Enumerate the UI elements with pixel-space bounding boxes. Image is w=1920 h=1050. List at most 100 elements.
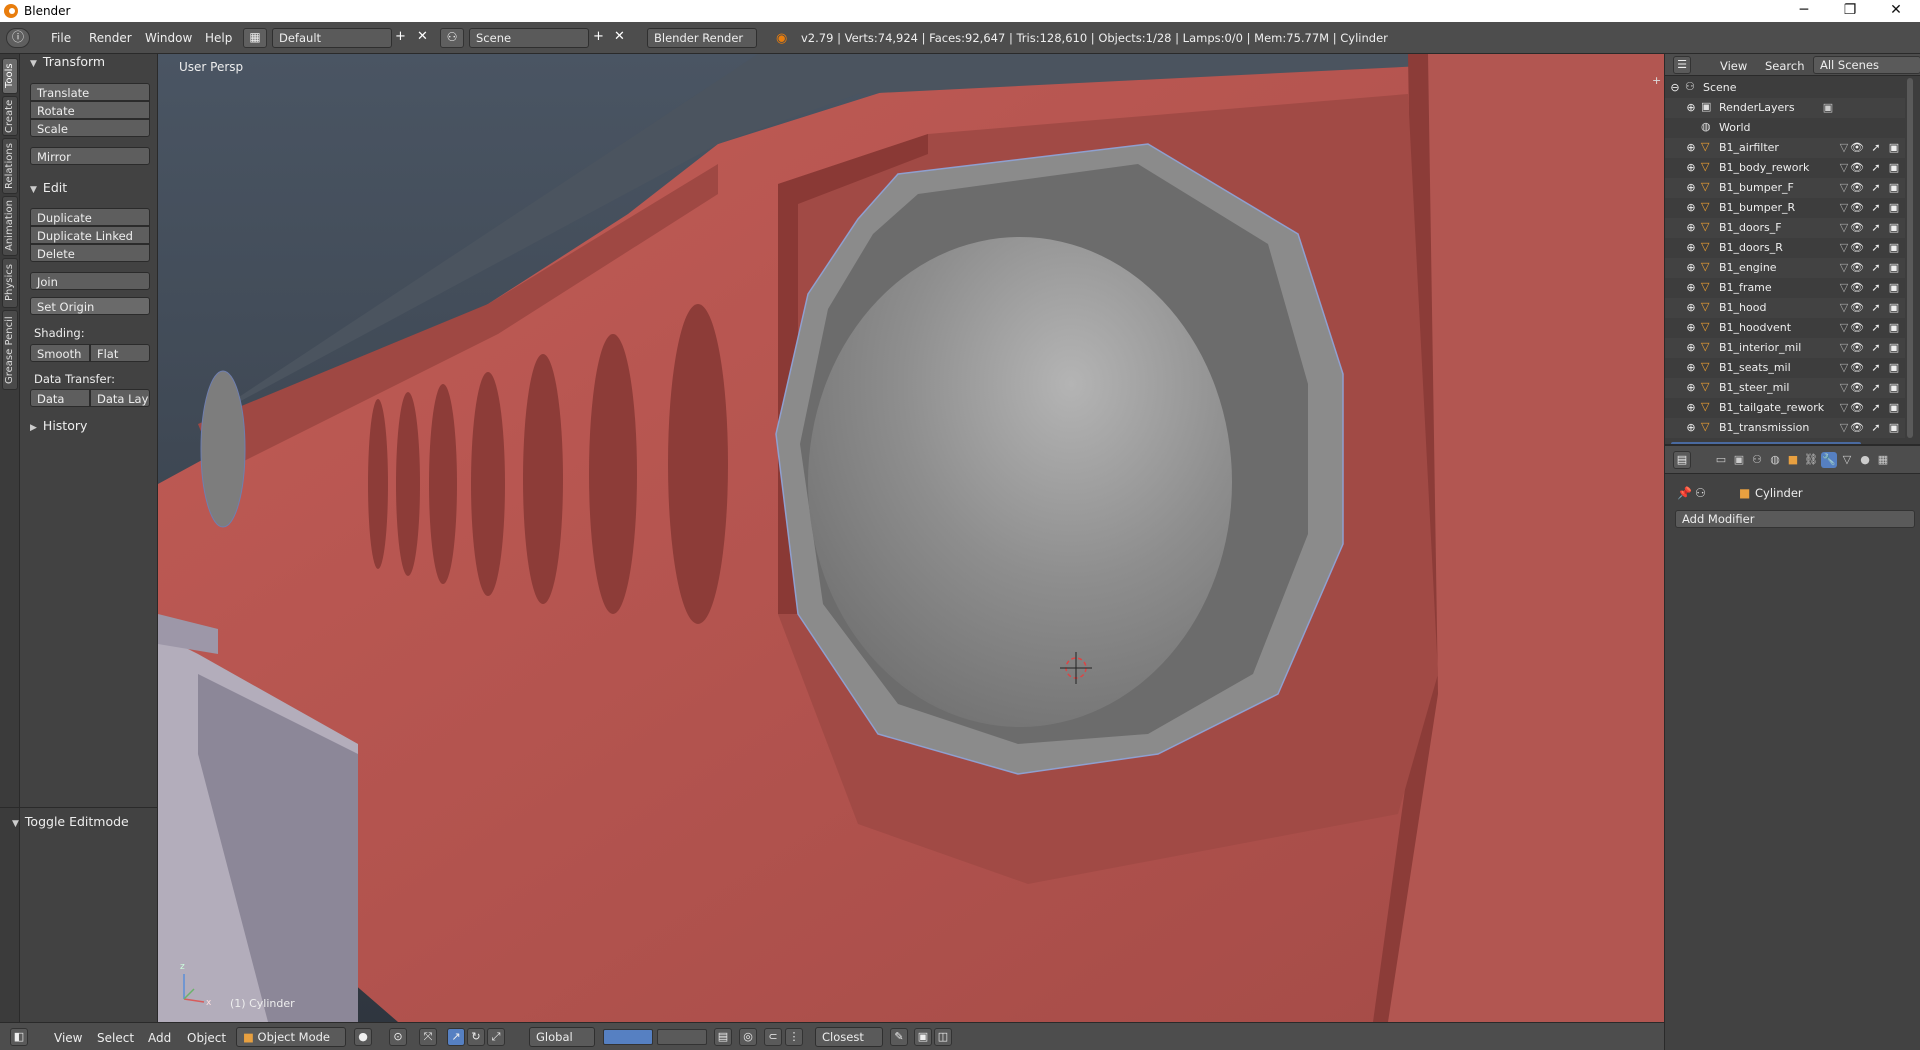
outliner-object-row[interactable]: ⊕ ▽ B1_bumper_F ▽ 👁 ➚ ▣ (1665, 178, 1905, 198)
menu-help[interactable]: Help (205, 31, 232, 45)
expand-toggle-icon[interactable]: ⊕ (1684, 101, 1698, 114)
scene-icon[interactable]: ⚇ (440, 28, 464, 48)
layout-field[interactable]: Default (272, 28, 392, 48)
tab-relations[interactable]: Relations (2, 138, 18, 194)
renderability-camera-icon[interactable]: ▣ (1887, 201, 1901, 214)
3d-viewport[interactable]: z x User Persp (1) Cylinder + (158, 54, 1664, 1022)
expand-toggle-icon[interactable]: ⊕ (1684, 261, 1698, 274)
selectability-cursor-icon[interactable]: ➚ (1869, 161, 1883, 174)
manipulator-toggle-icon[interactable]: ⤧ (419, 1028, 437, 1046)
selectability-cursor-icon[interactable]: ➚ (1869, 321, 1883, 334)
modifiers-tab-icon[interactable]: 🔧 (1821, 452, 1837, 468)
visibility-eye-icon[interactable]: 👁 (1850, 221, 1864, 234)
editor-type-properties-icon[interactable]: ▤ (1673, 451, 1691, 469)
visibility-eye-icon[interactable]: 👁 (1850, 181, 1864, 194)
selectability-cursor-icon[interactable]: ➚ (1869, 241, 1883, 254)
set-origin-dropdown[interactable]: Set Origin (30, 297, 150, 315)
outliner-object-row[interactable]: ⊕ ▽ B1_interior_mil ▽ 👁 ➚ ▣ (1665, 338, 1905, 358)
editor-type-outliner-icon[interactable]: ☰ (1673, 56, 1691, 74)
menu-object[interactable]: Object (187, 1031, 226, 1045)
visibility-eye-icon[interactable]: 👁 (1850, 281, 1864, 294)
tab-grease-pencil[interactable]: Grease Pencil (2, 310, 18, 390)
smooth-button[interactable]: Smooth (30, 344, 90, 362)
world-tab-icon[interactable]: ◍ (1767, 452, 1783, 468)
transform-panel-header[interactable]: ▼ Transform (30, 54, 105, 69)
expand-toggle-icon[interactable]: ⊕ (1684, 401, 1698, 414)
selectability-cursor-icon[interactable]: ➚ (1869, 401, 1883, 414)
editor-type-3d-view-icon[interactable]: ◧ (10, 1028, 28, 1046)
add-scene-button[interactable]: + (593, 29, 604, 44)
outliner-object-row[interactable]: ⊕ ▽ B1_frame ▽ 👁 ➚ ▣ (1665, 278, 1905, 298)
selectability-cursor-icon[interactable]: ➚ (1869, 301, 1883, 314)
renderability-camera-icon[interactable]: ▣ (1887, 281, 1901, 294)
outliner-object-row[interactable]: ⊕ ▽ B1_hood ▽ 👁 ➚ ▣ (1665, 298, 1905, 318)
visibility-eye-icon[interactable]: 👁 (1850, 381, 1864, 394)
menu-view[interactable]: View (54, 1031, 82, 1045)
remove-layout-button[interactable]: ✕ (417, 29, 428, 44)
tab-create[interactable]: Create (2, 96, 18, 136)
expand-toggle-icon[interactable]: ⊕ (1684, 241, 1698, 254)
menu-file[interactable]: File (51, 31, 71, 45)
pin-icon[interactable]: 📌 (1677, 486, 1692, 500)
outliner-object-row[interactable]: ⊕ ▽ B1_steer_mil ▽ 👁 ➚ ▣ (1665, 378, 1905, 398)
menu-select[interactable]: Select (97, 1031, 134, 1045)
outliner-object-row[interactable]: ⊕ ▽ B1_engine ▽ 👁 ➚ ▣ (1665, 258, 1905, 278)
transform-orientation-select[interactable]: Global (529, 1027, 595, 1047)
outliner-object-row[interactable]: ⊕ ▽ B1_airfilter ▽ 👁 ➚ ▣ (1665, 138, 1905, 158)
expand-toggle-icon[interactable]: ⊕ (1684, 281, 1698, 294)
selectability-cursor-icon[interactable]: ➚ (1869, 141, 1883, 154)
constraints-tab-icon[interactable]: ⛓ (1803, 452, 1819, 468)
expand-toggle-icon[interactable]: ⊕ (1684, 341, 1698, 354)
lock-layers-icon[interactable]: ▤ (714, 1028, 732, 1046)
edit-panel-header[interactable]: ▼ Edit (30, 180, 67, 195)
expand-toggle-icon[interactable]: ⊕ (1684, 201, 1698, 214)
texture-tab-icon[interactable]: ▦ (1875, 452, 1891, 468)
screen-layout-icon[interactable]: ▦ (243, 28, 267, 48)
outliner-object-row[interactable]: ⊕ ▽ B1_doors_R ▽ 👁 ➚ ▣ (1665, 238, 1905, 258)
maximize-button[interactable]: ❐ (1827, 0, 1873, 22)
visibility-eye-icon[interactable]: 👁 (1850, 401, 1864, 414)
translate-button[interactable]: Translate (30, 83, 150, 101)
render-animation-icon[interactable]: ▣ (914, 1028, 932, 1046)
expand-toggle-icon[interactable]: ⊕ (1684, 221, 1698, 234)
opengl-render-icon[interactable]: ✎ (890, 1028, 908, 1046)
scale-manipulator-icon[interactable]: ⤢ (487, 1028, 505, 1046)
properties-toggle-icon[interactable]: + (1652, 74, 1661, 87)
selectability-cursor-icon[interactable]: ➚ (1869, 381, 1883, 394)
selectability-cursor-icon[interactable]: ➚ (1869, 361, 1883, 374)
display-mode-select[interactable]: All Scenes (1813, 56, 1920, 74)
flat-button[interactable]: Flat (90, 344, 150, 362)
visibility-eye-icon[interactable]: 👁 (1850, 361, 1864, 374)
selectability-cursor-icon[interactable]: ➚ (1869, 221, 1883, 234)
data-layout-button[interactable]: Data Layo (90, 389, 150, 407)
outliner-object-row[interactable]: ⊕ ▽ B1_bumper_R ▽ 👁 ➚ ▣ (1665, 198, 1905, 218)
renderability-camera-icon[interactable]: ▣ (1887, 341, 1901, 354)
render-tab-icon[interactable]: ▭ (1713, 452, 1729, 468)
outliner-search-menu[interactable]: Search (1765, 59, 1805, 73)
tab-physics[interactable]: Physics (2, 258, 18, 308)
renderability-camera-icon[interactable]: ▣ (1887, 381, 1901, 394)
renderability-camera-icon[interactable]: ▣ (1887, 241, 1901, 254)
expand-toggle-icon[interactable]: ⊕ (1684, 181, 1698, 194)
selectability-cursor-icon[interactable]: ➚ (1869, 341, 1883, 354)
renderability-camera-icon[interactable]: ▣ (1887, 261, 1901, 274)
visibility-eye-icon[interactable]: 👁 (1850, 241, 1864, 254)
delete-button[interactable]: Delete (30, 244, 150, 262)
tab-animation[interactable]: Animation (2, 196, 18, 256)
translate-manipulator-icon[interactable]: ↗ (447, 1028, 465, 1046)
outliner-world-row[interactable]: ◍ World (1665, 118, 1905, 138)
outliner-renderlayers-row[interactable]: ⊕ ▣ RenderLayers ▣ (1665, 98, 1905, 118)
scene-field[interactable]: Scene (469, 28, 589, 48)
expand-toggle-icon[interactable]: ⊕ (1684, 301, 1698, 314)
selectability-cursor-icon[interactable]: ➚ (1869, 261, 1883, 274)
menu-add[interactable]: Add (148, 1031, 171, 1045)
mirror-button[interactable]: Mirror (30, 147, 150, 165)
selectability-cursor-icon[interactable]: ➚ (1869, 281, 1883, 294)
scale-button[interactable]: Scale (30, 119, 150, 137)
expand-toggle-icon[interactable]: ⊕ (1684, 361, 1698, 374)
menu-render[interactable]: Render (89, 31, 132, 45)
menu-window[interactable]: Window (145, 31, 192, 45)
outliner-object-row[interactable]: ⊕ ▽ B1_doors_F ▽ 👁 ➚ ▣ (1665, 218, 1905, 238)
outliner-object-row[interactable]: ⊕ ▽ B1_body_rework ▽ 👁 ➚ ▣ (1665, 158, 1905, 178)
pivot-point-icon[interactable]: ⊙ (389, 1028, 407, 1046)
